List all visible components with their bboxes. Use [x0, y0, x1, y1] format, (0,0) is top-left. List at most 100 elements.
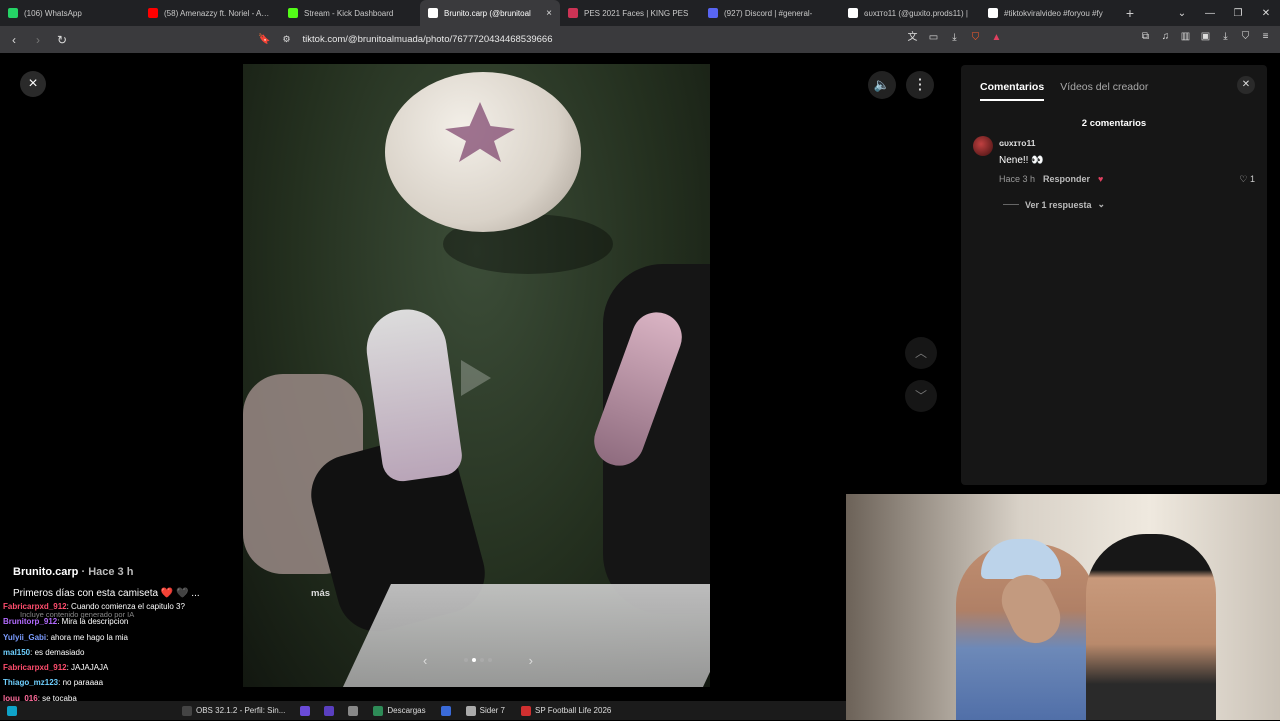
- reload-icon[interactable]: ↻: [52, 33, 72, 47]
- browser-tab-label: Stream - Kick Dashboard: [304, 8, 394, 18]
- close-comments-icon[interactable]: ✕: [1237, 76, 1255, 94]
- taskbar-app[interactable]: SP Football Life 2026: [513, 701, 619, 720]
- back-icon[interactable]: ‹: [4, 33, 24, 47]
- taskbar-app[interactable]: OBS 32.1.2 - Perfil: Sin...: [174, 701, 293, 720]
- close-viewer-button[interactable]: ×: [20, 71, 46, 97]
- avatar[interactable]: [973, 136, 993, 156]
- reply-button[interactable]: Responder: [1043, 174, 1090, 184]
- author-separator: ·: [81, 566, 86, 578]
- browser-tab-label: #tiktokviralvideo #foryou #fy: [1004, 8, 1103, 18]
- chat-username[interactable]: Fabricarpxd_912: [3, 602, 67, 611]
- browser-tab[interactable]: ɢᴜxɪᴛᴏ11 (@guxito.prods11) |: [840, 0, 980, 26]
- app-icon: [182, 705, 192, 716]
- start-icon[interactable]: [0, 701, 24, 720]
- cast-icon[interactable]: ▭: [927, 31, 940, 44]
- browser-tab[interactable]: PES 2021 Faces | KING PES: [560, 0, 700, 26]
- download-page-icon[interactable]: ⤓: [948, 31, 961, 44]
- chat-text: : no paraaaa: [58, 678, 104, 688]
- soccer-ball: [385, 72, 581, 232]
- author-name[interactable]: Brunito.carp: [13, 566, 78, 578]
- media-icon[interactable]: ♫: [1159, 30, 1172, 43]
- comments-tabs: Comentarios Vídeos del creador: [980, 81, 1148, 101]
- chat-username[interactable]: Yulyii_Gabi: [3, 633, 46, 642]
- tiktok-icon: [428, 8, 438, 18]
- rewards-icon[interactable]: ▲: [990, 31, 1003, 44]
- carousel-prev-icon[interactable]: ‹: [423, 653, 427, 668]
- restore-icon[interactable]: ❐: [1224, 8, 1252, 19]
- carousel-dot[interactable]: [488, 658, 492, 662]
- comments-panel: Comentarios Vídeos del creador ✕ 2 comen…: [961, 65, 1267, 485]
- carousel-dots: [464, 658, 492, 662]
- chat-message: Fabricarpxd_912: JAJAJAJA: [3, 660, 243, 675]
- chat-text: : es demasiado: [30, 647, 85, 657]
- carousel-dot[interactable]: [464, 658, 468, 662]
- taskbar-app-label: Descargas: [387, 706, 426, 715]
- url-field[interactable]: 🔖 ⚙ tiktok.com/@brunitoalmuada/photo/767…: [258, 30, 998, 49]
- translate-icon[interactable]: 文: [906, 31, 919, 44]
- page-icon: [568, 8, 578, 18]
- taskbar-app[interactable]: [293, 701, 317, 720]
- brave-shield-icon[interactable]: ⛉: [969, 31, 982, 44]
- carousel-next-icon[interactable]: ›: [529, 653, 533, 668]
- browser-tab[interactable]: (106) WhatsApp: [0, 0, 140, 26]
- pitch-line: [335, 584, 710, 687]
- comment-username[interactable]: ɢᴜxɪᴛᴏ11: [999, 138, 1035, 148]
- download-icon[interactable]: ⤓: [1219, 30, 1232, 43]
- comment-like[interactable]: ♡ 1: [1239, 174, 1255, 185]
- chat-username[interactable]: Fabricarpxd_912: [3, 663, 67, 672]
- wallet-icon[interactable]: ▣: [1199, 30, 1212, 43]
- close-window-icon[interactable]: ✕: [1252, 8, 1280, 19]
- tab-creator-videos[interactable]: Vídeos del creador: [1060, 81, 1148, 101]
- extensions-icon[interactable]: ⧉: [1139, 30, 1152, 43]
- browser-tab-label: PES 2021 Faces | KING PES: [584, 8, 689, 18]
- carousel-dot[interactable]: [480, 658, 484, 662]
- os-taskbar: OBS 32.1.2 - Perfil: Sin... Descargas Side…: [0, 701, 846, 720]
- browser-tab[interactable]: (58) Amenazzy ft. Noriel - Ayer: [140, 0, 280, 26]
- chat-username[interactable]: mal150: [3, 648, 30, 657]
- heart-icon[interactable]: ♡: [1239, 174, 1247, 184]
- post-caption: Primeros días con esta camiseta ❤️ 🖤 ...: [13, 588, 200, 599]
- browser-tab[interactable]: Stream - Kick Dashboard: [280, 0, 420, 26]
- more-options-icon[interactable]: ⋮: [906, 71, 934, 99]
- post-time: Hace 3 h: [88, 566, 134, 578]
- taskbar-app[interactable]: Descargas: [365, 701, 433, 720]
- new-tab-button[interactable]: +: [1120, 5, 1140, 21]
- browser-tab-label: Brunito.carp (@brunitoal: [444, 8, 531, 18]
- view-replies-button[interactable]: Ver 1 respuesta ⌄: [1003, 199, 1105, 210]
- bookmark-icon[interactable]: 🔖: [258, 34, 270, 45]
- taskbar-app[interactable]: [341, 701, 365, 720]
- tab-comments[interactable]: Comentarios: [980, 81, 1045, 101]
- next-post-button[interactable]: ﹀: [905, 380, 937, 412]
- forward-icon[interactable]: ›: [28, 33, 48, 47]
- shield-icon[interactable]: ⛉: [1239, 30, 1252, 43]
- chat-text: : ahora me hago la mia: [46, 632, 128, 642]
- taskbar-app[interactable]: Sider 7: [458, 701, 513, 720]
- close-tab-icon[interactable]: ×: [546, 8, 552, 19]
- tiktok-icon: [988, 8, 998, 18]
- previous-post-button[interactable]: ︿: [905, 337, 937, 369]
- chat-username[interactable]: Brunitorp_912: [3, 617, 57, 626]
- taskbar-app-label: Sider 7: [479, 706, 505, 715]
- app-icon: [465, 705, 476, 716]
- taskbar-app[interactable]: [434, 701, 458, 720]
- taskbar-app[interactable]: [317, 701, 341, 720]
- tab-search-icon[interactable]: ⌄: [1168, 8, 1196, 19]
- site-info-icon[interactable]: ⚙: [282, 34, 290, 45]
- browser-tab[interactable]: (927) Discord | #general-: [700, 0, 840, 26]
- browser-tab[interactable]: Brunito.carp (@brunitoal ×: [420, 0, 560, 26]
- menu-icon[interactable]: ≡: [1259, 30, 1272, 43]
- minimize-icon[interactable]: —: [1196, 8, 1224, 19]
- play-icon[interactable]: [461, 360, 491, 396]
- volume-icon[interactable]: 🔈: [868, 71, 896, 99]
- caption-more-link[interactable]: más: [311, 588, 330, 599]
- tiktok-icon: [848, 8, 858, 18]
- sidebar-icon[interactable]: ▥: [1179, 30, 1192, 43]
- discord-icon: [708, 8, 718, 18]
- page-action-icons: 文 ▭ ⤓ ⛉ ▲: [906, 31, 1003, 44]
- photo-carousel: ‹ ›: [423, 652, 533, 668]
- carousel-dot[interactable]: [472, 658, 476, 662]
- comment-count: 2 comentarios: [1081, 118, 1147, 129]
- browser-tab-label: (106) WhatsApp: [24, 8, 82, 18]
- browser-tab[interactable]: #tiktokviralvideo #foryou #fy: [980, 0, 1120, 26]
- chat-username[interactable]: Thiago_mz123: [3, 678, 58, 687]
